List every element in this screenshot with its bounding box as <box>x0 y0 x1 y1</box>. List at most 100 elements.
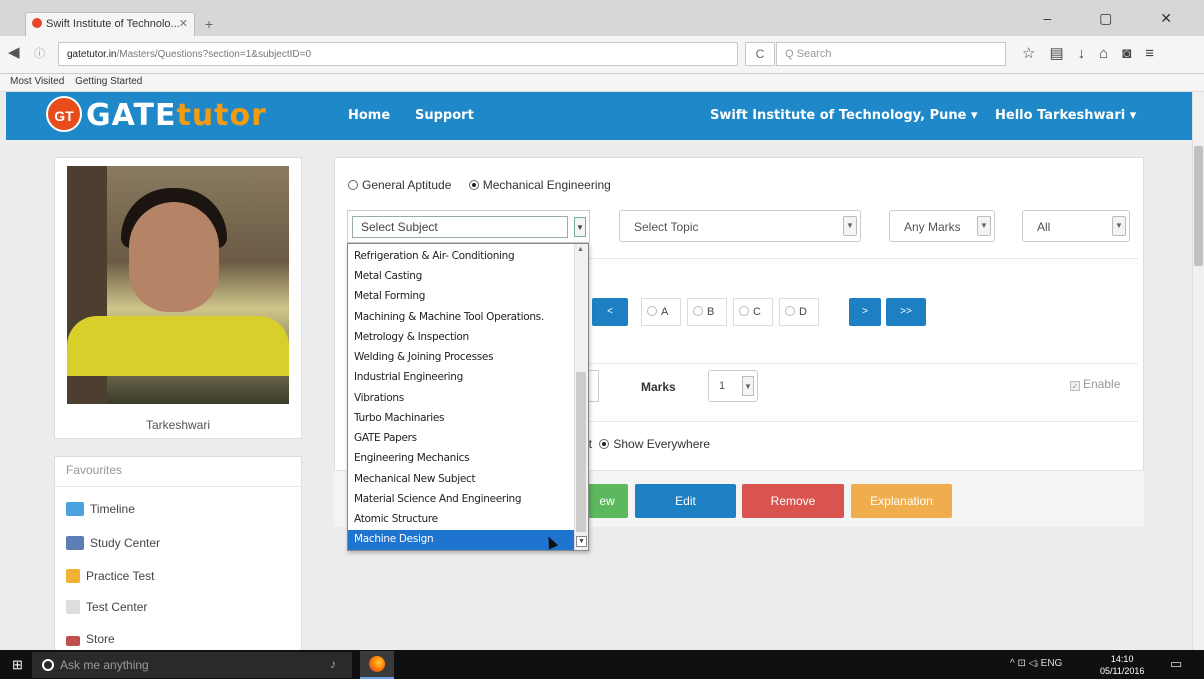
show-radio-group: est Show Everywhere <box>576 437 710 451</box>
subject-option[interactable]: Industrial Engineering <box>348 368 575 388</box>
tab-title: Swift Institute of Technolo... <box>46 18 180 30</box>
profile-photo <box>67 166 289 404</box>
chevron-down-icon[interactable]: ▼ <box>843 216 857 236</box>
clock-time: 14:10 <box>1110 654 1134 664</box>
subject-option[interactable]: Metrology & Inspection <box>348 328 575 348</box>
nav-home[interactable]: Home <box>348 108 390 123</box>
checkbox-icon[interactable]: ✓ <box>1070 381 1080 391</box>
nav-support[interactable]: Support <box>415 108 474 123</box>
url-bar[interactable]: gatetutor.in/Masters/Questions?section=1… <box>58 42 738 66</box>
radio-icon[interactable] <box>693 306 703 316</box>
option-d[interactable]: D <box>779 298 819 326</box>
edit-button[interactable]: Edit <box>635 484 736 518</box>
subject-option[interactable]: Engineering Mechanics <box>348 449 575 469</box>
subject-option[interactable]: Machining & Machine Tool Operations. <box>348 308 575 328</box>
tab-close-icon[interactable]: ✕ <box>179 17 188 30</box>
subject-option[interactable]: Mechanical New Subject <box>348 470 575 490</box>
cortana-placeholder: Ask me anything <box>60 658 149 672</box>
cortana-search-box[interactable]: Ask me anything <box>32 652 352 678</box>
institute-menu[interactable]: Swift Institute of Technology, Pune ▾ <box>710 108 978 123</box>
radio-mechanical-engineering[interactable]: Mechanical Engineering <box>468 178 611 192</box>
subject-option[interactable]: Turbo Machinaries <box>348 409 575 429</box>
scroll-down-arrow-icon[interactable]: ▼ <box>576 536 587 547</box>
subject-option[interactable]: Welding & Joining Processes <box>348 348 575 368</box>
browser-toolbar-icons[interactable]: ☆▤↓⌂◙≡ <box>1022 44 1168 62</box>
type-filter-value: All <box>1037 220 1051 234</box>
chevron-down-icon[interactable]: ▼ <box>574 217 586 237</box>
subject-option[interactable]: GATE Papers <box>348 429 575 449</box>
next-button[interactable]: > <box>849 298 881 326</box>
remove-button[interactable]: Remove <box>742 484 844 518</box>
logo-badge-icon[interactable]: GT <box>46 96 82 132</box>
subject-select-value[interactable]: Select Subject <box>352 216 568 238</box>
subject-dropdown-list[interactable]: Refrigeration & Air- Conditioning Metal … <box>347 243 589 551</box>
cortana-icon <box>42 659 54 671</box>
fav-label: Study Center <box>90 536 161 550</box>
new-tab-button[interactable]: + <box>205 16 213 32</box>
radio-icon[interactable] <box>739 306 749 316</box>
fav-practice-test[interactable]: Practice Test <box>66 569 154 583</box>
subject-option[interactable]: Metal Forming <box>348 287 575 307</box>
system-tray[interactable]: ^ ⊡ ◁ᵢ ENG <box>1010 658 1062 669</box>
browser-tab[interactable]: Swift Institute of Technolo... ✕ <box>25 12 195 36</box>
fav-label: Test Center <box>86 600 148 614</box>
marks-filter-select[interactable]: Any Marks ▼ <box>889 210 995 242</box>
fav-study-center[interactable]: Study Center <box>66 536 160 550</box>
chevron-down-icon[interactable]: ▼ <box>1112 216 1126 236</box>
subject-option[interactable]: Material Science And Engineering <box>348 490 575 510</box>
type-filter-select[interactable]: All ▼ <box>1022 210 1130 242</box>
radio-icon[interactable] <box>348 180 358 190</box>
windows-start-icon[interactable]: ⊞ <box>12 657 23 673</box>
fav-timeline[interactable]: Timeline <box>66 502 135 516</box>
profile-name: Tarkeshwari <box>145 418 211 432</box>
page-scrollbar-thumb[interactable] <box>1194 146 1203 266</box>
back-arrow-icon[interactable]: ◀ <box>8 43 20 61</box>
subject-option[interactable]: Atomic Structure <box>348 510 575 530</box>
fav-store[interactable]: Store <box>66 632 115 646</box>
window-controls[interactable]: – ▢ ✕ <box>1043 10 1194 27</box>
radio-checked-icon[interactable] <box>468 180 479 190</box>
option-b[interactable]: B <box>687 298 727 326</box>
topic-select[interactable]: Select Topic ▼ <box>619 210 861 242</box>
option-c[interactable]: C <box>733 298 773 326</box>
explanation-button[interactable]: Explanation <box>851 484 952 518</box>
site-logo[interactable]: GATEtutor <box>86 98 267 133</box>
subject-option-selected[interactable]: Machine Design <box>348 530 575 550</box>
subject-option[interactable]: Refrigeration & Air- Conditioning <box>348 247 575 267</box>
info-icon[interactable]: ⓘ <box>34 45 45 61</box>
notification-icon[interactable]: ▭ <box>1170 656 1182 672</box>
radio-icon[interactable] <box>785 306 795 316</box>
logo-accent-text: tutor <box>176 98 267 133</box>
radio-general-aptitude[interactable]: General Aptitude <box>348 178 451 192</box>
marks-filter-value: Any Marks <box>904 220 961 234</box>
taskbar-clock[interactable]: 14:10 05/11/2016 <box>1100 653 1144 677</box>
subject-option[interactable]: Vibrations <box>348 389 575 409</box>
browser-search-input[interactable]: Q Search <box>776 42 1006 66</box>
subject-select[interactable]: Select Subject ▼ <box>347 210 590 243</box>
marks-select[interactable]: 1 ▼ <box>708 370 758 402</box>
books-icon <box>66 536 84 550</box>
reload-button[interactable]: C <box>745 42 775 66</box>
scroll-up-arrow-icon[interactable]: ▲ <box>577 246 584 253</box>
user-menu[interactable]: Hello Tarkeshwari ▾ <box>995 108 1136 123</box>
microphone-icon[interactable]: ♪ <box>330 657 336 671</box>
url-host: gatetutor.in <box>67 49 117 60</box>
radio-show-everywhere[interactable]: Show Everywhere <box>599 437 710 451</box>
dropdown-scrollbar-thumb[interactable] <box>576 372 586 532</box>
chevron-down-icon[interactable]: ▼ <box>977 216 991 236</box>
enable-checkbox[interactable]: ✓ Enable <box>1070 377 1120 391</box>
bookmark-getting-started[interactable]: Getting Started <box>75 76 142 87</box>
subject-option[interactable]: Metal Casting <box>348 267 575 287</box>
prev-button[interactable]: < <box>592 298 628 326</box>
fav-test-center[interactable]: Test Center <box>66 600 147 614</box>
radio-checked-icon[interactable] <box>599 439 610 449</box>
last-button[interactable]: >> <box>886 298 926 326</box>
url-path: /Masters/Questions?section=1&subjectID=0 <box>116 49 312 60</box>
bookmark-most-visited[interactable]: Most Visited <box>10 76 64 87</box>
section-radio-group: General Aptitude Mechanical Engineering <box>348 178 611 192</box>
chevron-down-icon[interactable]: ▼ <box>742 376 754 396</box>
taskbar-firefox[interactable] <box>360 651 394 679</box>
cart-icon <box>66 636 80 646</box>
option-a[interactable]: A <box>641 298 681 326</box>
radio-icon[interactable] <box>647 306 657 316</box>
